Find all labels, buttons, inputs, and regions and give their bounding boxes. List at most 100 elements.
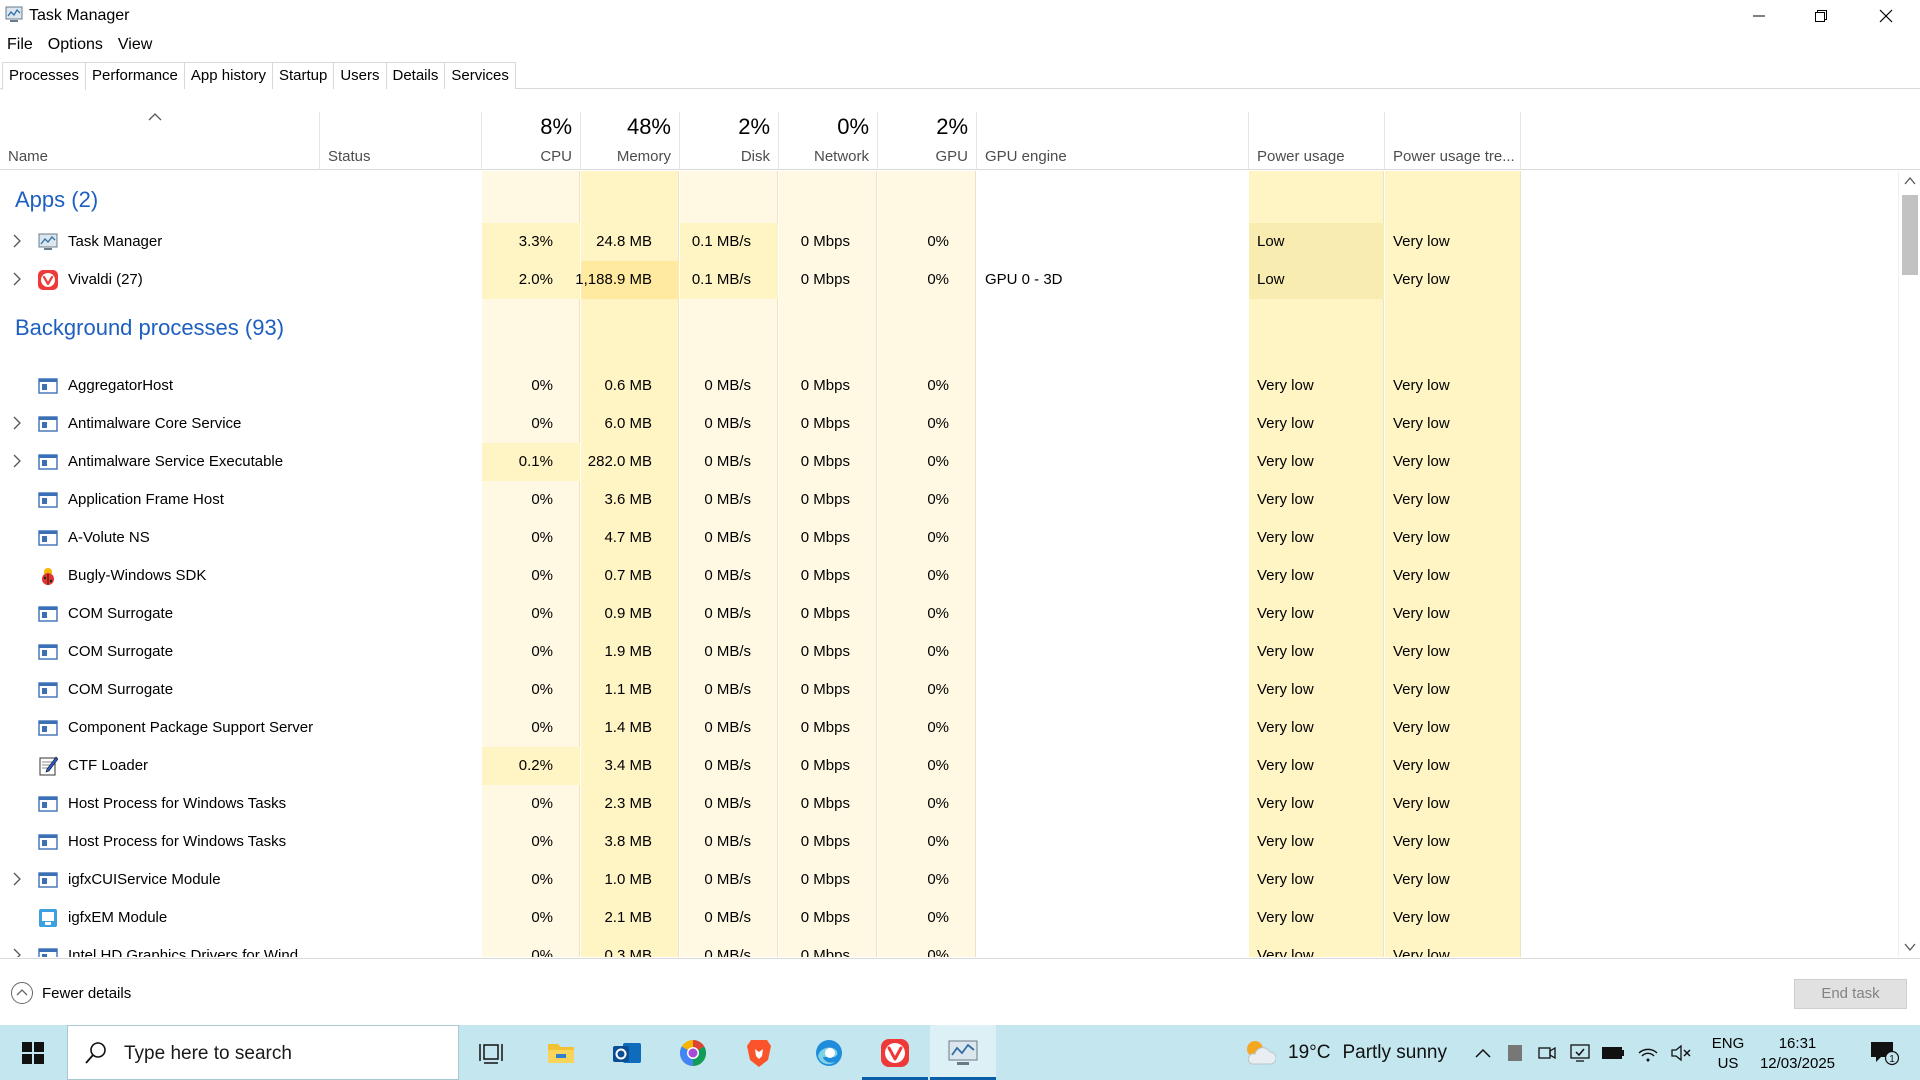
tray-security[interactable] <box>1565 1025 1595 1080</box>
network-value: 0 Mbps <box>800 491 850 508</box>
power-trend-value: Very low <box>1393 415 1450 432</box>
weather-widget[interactable]: 19°C Partly sunny <box>1242 1025 1447 1080</box>
power-usage-value: Very low <box>1257 719 1314 736</box>
disk-value: 0 MB/s <box>704 605 751 622</box>
power-trend-value: Very low <box>1393 529 1450 546</box>
background-process-row[interactable]: igfxCUIService Module 0% 1.0 MB 0 MB/s 0 Mbp… <box>0 861 1900 899</box>
tray-app-1[interactable] <box>1500 1025 1530 1080</box>
fewer-details-button[interactable]: Fewer details <box>10 981 131 1005</box>
minimize-button[interactable] <box>1728 0 1790 31</box>
expand-chevron-icon[interactable] <box>12 416 22 430</box>
power-trend-value: Very low <box>1393 719 1450 736</box>
expand-chevron-icon[interactable] <box>12 948 22 957</box>
column-header-status[interactable]: Status <box>320 112 482 170</box>
background-process-row[interactable]: Antimalware Core Service 0% 6.0 MB 0 MB/s 0 … <box>0 405 1900 443</box>
column-header-gpu[interactable]: 2% GPU <box>878 112 977 170</box>
background-process-row[interactable]: Component Package Support Server 0% 1.4 MB… <box>0 709 1900 747</box>
disk-value: 0 MB/s <box>704 757 751 774</box>
taskbar-vivaldi[interactable] <box>862 1025 928 1080</box>
column-header-power-trend[interactable]: Power usage tre... <box>1385 112 1521 170</box>
start-button[interactable] <box>0 1025 66 1080</box>
background-process-row[interactable]: Intel HD Graphics Drivers for Wind... 0% 0… <box>0 937 1900 957</box>
background-process-row[interactable]: Bugly-Windows SDK 0% 0.7 MB 0 MB/s 0 Mbps 0% V… <box>0 557 1900 595</box>
background-process-row[interactable]: Application Frame Host 0% 3.6 MB 0 MB/s 0 Mb… <box>0 481 1900 519</box>
app-row[interactable]: Task Manager 3.3% 24.8 MB 0.1 MB/s 0 Mbps 0% L… <box>0 223 1900 261</box>
search-placeholder: Type here to search <box>124 1043 292 1064</box>
clock[interactable]: 16:31 12/03/2025 <box>1755 1034 1840 1074</box>
notification-center-button[interactable]: 1 <box>1860 1025 1908 1080</box>
end-task-button[interactable]: End task <box>1794 979 1907 1009</box>
power-usage-value: Very low <box>1257 795 1314 812</box>
cpu-value: 0% <box>531 909 553 926</box>
expand-chevron-icon[interactable] <box>12 872 22 886</box>
cpu-value: 0% <box>531 871 553 888</box>
process-icon <box>38 490 58 510</box>
background-process-row[interactable]: COM Surrogate 0% 1.1 MB 0 MB/s 0 Mbps 0% Very … <box>0 671 1900 709</box>
tray-volume[interactable] <box>1666 1025 1696 1080</box>
expand-chevron-icon[interactable] <box>12 234 22 248</box>
network-value: 0 Mbps <box>800 453 850 470</box>
process-icon <box>38 376 58 396</box>
column-header-cpu[interactable]: 8% CPU <box>482 112 581 170</box>
menu-view[interactable]: View <box>111 32 160 56</box>
disk-value: 0 MB/s <box>704 947 751 957</box>
taskbar-search-box[interactable]: Type here to search <box>67 1025 459 1080</box>
restore-button[interactable] <box>1790 0 1852 31</box>
background-process-row[interactable]: Antimalware Service Executable 0.1% 282.0 … <box>0 443 1900 481</box>
column-header-network[interactable]: 0% Network <box>779 112 878 170</box>
memory-value: 0.6 MB <box>604 377 652 394</box>
process-name: CTF Loader <box>68 757 149 774</box>
tab-app-history[interactable]: App history <box>183 62 273 89</box>
background-process-row[interactable]: AggregatorHost 0% 0.6 MB 0 MB/s 0 Mbps 0% Very… <box>0 367 1900 405</box>
outlook-icon <box>613 1042 641 1063</box>
power-usage-value: Low <box>1257 233 1285 250</box>
column-header-power[interactable]: Power usage <box>1249 112 1385 170</box>
background-process-row[interactable]: Host Process for Windows Tasks 0% 3.8 MB 0 … <box>0 823 1900 861</box>
vertical-scrollbar[interactable] <box>1898 171 1920 957</box>
taskbar-file-explorer[interactable] <box>528 1025 594 1080</box>
menu-options[interactable]: Options <box>41 32 111 56</box>
tab-details[interactable]: Details <box>385 62 446 89</box>
gpu-value: 0% <box>927 567 949 584</box>
close-button[interactable] <box>1855 0 1917 31</box>
expand-chevron-icon[interactable] <box>12 454 22 468</box>
language-indicator[interactable]: ENG US <box>1708 1034 1748 1074</box>
tab-services[interactable]: Services <box>444 62 516 89</box>
task-view-button[interactable] <box>458 1025 524 1080</box>
background-process-row[interactable]: COM Surrogate 0% 0.9 MB 0 MB/s 0 Mbps 0% Very … <box>0 595 1900 633</box>
taskbar-chrome-like[interactable] <box>660 1025 726 1080</box>
tab-startup[interactable]: Startup <box>271 62 335 89</box>
power-usage-value: Very low <box>1257 453 1314 470</box>
taskbar-task-manager[interactable] <box>930 1025 996 1080</box>
background-process-row[interactable]: A-Volute NS 0% 4.7 MB 0 MB/s 0 Mbps 0% Very lo… <box>0 519 1900 557</box>
taskbar-outlook[interactable] <box>594 1025 660 1080</box>
tab-processes[interactable]: Processes <box>2 62 87 90</box>
tray-battery[interactable] <box>1598 1025 1628 1080</box>
disk-value: 0 MB/s <box>704 491 751 508</box>
background-process-row[interactable]: COM Surrogate 0% 1.9 MB 0 MB/s 0 Mbps 0% Very … <box>0 633 1900 671</box>
fewer-details-label: Fewer details <box>42 984 132 1002</box>
scrollbar-thumb[interactable] <box>1902 195 1918 275</box>
scroll-up-icon[interactable] <box>1904 176 1916 186</box>
power-trend-value: Very low <box>1393 833 1450 850</box>
tab-performance[interactable]: Performance <box>85 62 185 89</box>
background-process-row[interactable]: CTF Loader 0.2% 3.4 MB 0 MB/s 0 Mbps 0% Very l… <box>0 747 1900 785</box>
column-header-disk[interactable]: 2% Disk <box>680 112 779 170</box>
taskbar-brave[interactable] <box>726 1025 792 1080</box>
app-row[interactable]: Vivaldi (27) 2.0% 1,188.9 MB 0.1 MB/s 0 Mbps… <box>0 261 1900 299</box>
network-value: 0 Mbps <box>800 643 850 660</box>
background-process-row[interactable]: Host Process for Windows Tasks 0% 2.3 MB 0 … <box>0 785 1900 823</box>
disk-total: 2% <box>738 114 770 139</box>
tab-users[interactable]: Users <box>333 62 387 89</box>
expand-chevron-icon[interactable] <box>12 272 22 286</box>
background-process-row[interactable]: igfxEM Module 0% 2.1 MB 0 MB/s 0 Mbps 0% Very … <box>0 899 1900 937</box>
tray-network[interactable] <box>1633 1025 1663 1080</box>
scroll-down-icon[interactable] <box>1904 942 1916 952</box>
taskbar-edge[interactable] <box>796 1025 862 1080</box>
column-header-memory[interactable]: 48% Memory <box>581 112 680 170</box>
menu-file[interactable]: File <box>0 32 41 56</box>
gpu-value: 0% <box>927 377 949 394</box>
tray-meet-now[interactable] <box>1532 1025 1562 1080</box>
show-hidden-icons-button[interactable] <box>1470 1025 1496 1080</box>
column-header-gpu-engine[interactable]: GPU engine <box>977 112 1249 170</box>
